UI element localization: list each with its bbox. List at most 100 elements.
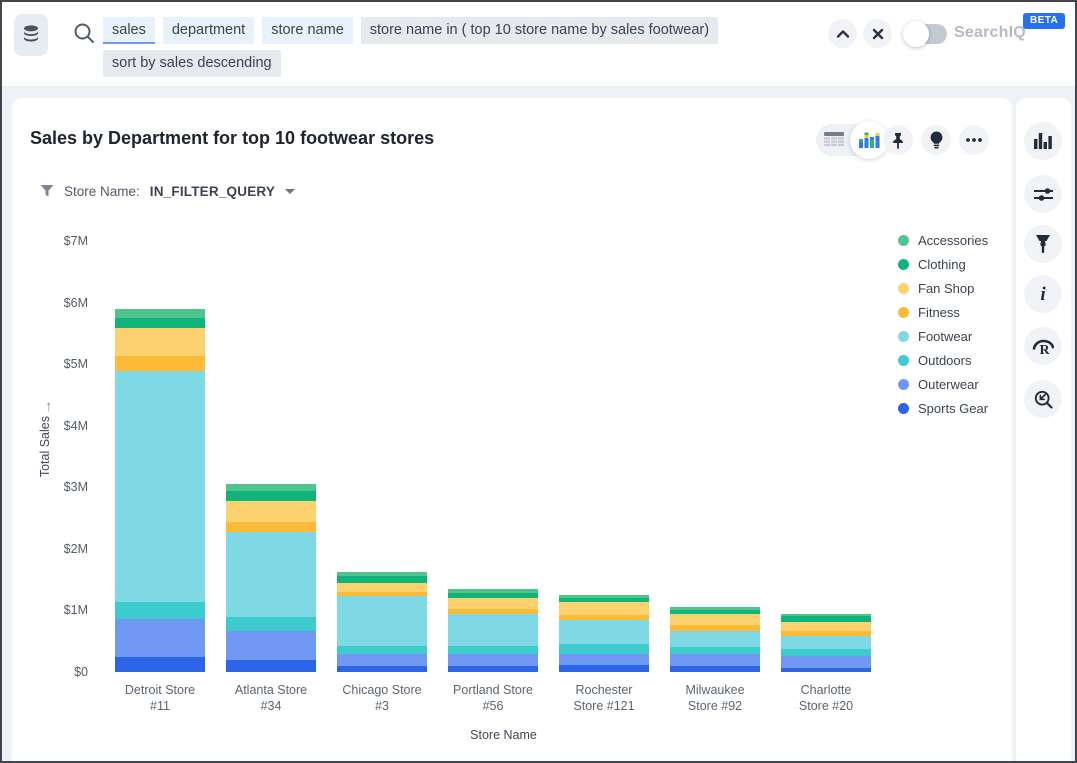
- search-token[interactable]: sales: [103, 17, 155, 44]
- search-input[interactable]: sales department store name store name in (…: [103, 17, 803, 83]
- insights-button[interactable]: [921, 125, 951, 155]
- right-toolbar: i R: [1016, 98, 1071, 761]
- bar-segment[interactable]: [559, 620, 649, 643]
- bar-segment[interactable]: [337, 666, 427, 672]
- bar-segment[interactable]: [781, 649, 871, 656]
- stacked-bar-6[interactable]: [670, 607, 760, 672]
- stacked-bar-4[interactable]: [448, 589, 538, 672]
- view-toggle: [816, 124, 884, 156]
- y-tick-label: $3M: [12, 480, 88, 494]
- legend-item[interactable]: Fitness: [898, 306, 988, 319]
- pin-button[interactable]: [883, 125, 913, 155]
- bar-segment[interactable]: [670, 666, 760, 672]
- bar-segment[interactable]: [226, 484, 316, 491]
- stacked-bar-7[interactable]: [781, 614, 871, 672]
- bar-segment[interactable]: [670, 631, 760, 646]
- stacked-bar-5[interactable]: [559, 595, 649, 672]
- bar-segment[interactable]: [781, 668, 871, 672]
- info-button[interactable]: i: [1024, 275, 1062, 313]
- bar-segment[interactable]: [781, 656, 871, 668]
- bar-segment[interactable]: [559, 654, 649, 666]
- bar-segment[interactable]: [115, 309, 205, 318]
- svg-text:R: R: [1040, 343, 1051, 356]
- stacked-bar-1[interactable]: [115, 309, 205, 672]
- filter-bar: Store Name: IN_FILTER_QUERY: [40, 180, 295, 202]
- bar-segment[interactable]: [115, 657, 205, 672]
- legend-item[interactable]: Fan Shop: [898, 282, 988, 295]
- bar-segment[interactable]: [226, 501, 316, 523]
- table-view-icon[interactable]: [824, 132, 844, 148]
- legend-item[interactable]: Footwear: [898, 330, 988, 343]
- search-token[interactable]: department: [163, 17, 254, 44]
- bar-segment[interactable]: [115, 328, 205, 356]
- filter-value[interactable]: IN_FILTER_QUERY: [150, 184, 275, 199]
- bar-segment[interactable]: [226, 631, 316, 659]
- bar-segment[interactable]: [226, 617, 316, 632]
- legend-label: Fan Shop: [918, 281, 974, 296]
- r-analysis-button[interactable]: R: [1024, 327, 1062, 365]
- bar-segment[interactable]: [781, 636, 871, 650]
- answer-title: Sales by Department for top 10 footwear …: [30, 128, 434, 149]
- legend-label: Sports Gear: [918, 401, 988, 416]
- legend-item[interactable]: Clothing: [898, 258, 988, 271]
- bar-segment[interactable]: [115, 356, 205, 371]
- bar-segment[interactable]: [559, 665, 649, 672]
- chart-config-button[interactable]: [1024, 175, 1062, 213]
- database-icon: [22, 25, 40, 45]
- legend-item[interactable]: Sports Gear: [898, 402, 988, 415]
- bar-segment[interactable]: [781, 622, 871, 632]
- bar-segment[interactable]: [337, 583, 427, 592]
- bar-segment[interactable]: [226, 660, 316, 672]
- legend-label: Clothing: [918, 257, 966, 272]
- y-tick-label: $0: [12, 665, 88, 679]
- bar-segment[interactable]: [670, 654, 760, 666]
- filter-label: Store Name:: [64, 184, 140, 199]
- search-token[interactable]: store name: [262, 17, 353, 44]
- bar-segment[interactable]: [337, 576, 427, 583]
- search-token-row-1: sales department store name store name in (…: [103, 17, 803, 44]
- bar-segment[interactable]: [115, 318, 205, 328]
- bar-segment[interactable]: [559, 602, 649, 614]
- stacked-bar-2[interactable]: [226, 484, 316, 672]
- bar-segment[interactable]: [448, 646, 538, 655]
- chart-view-icon: [858, 130, 880, 150]
- legend-item[interactable]: Accessories: [898, 234, 988, 247]
- chevron-down-icon[interactable]: [285, 189, 295, 194]
- bar-segment[interactable]: [448, 666, 538, 672]
- bar-segment[interactable]: [337, 596, 427, 645]
- stacked-bar-3[interactable]: [337, 572, 427, 672]
- legend-dot: [898, 283, 909, 294]
- legend-item[interactable]: Outdoors: [898, 354, 988, 367]
- explore-button[interactable]: [1024, 380, 1062, 418]
- bar-segment[interactable]: [448, 598, 538, 609]
- bar-segment[interactable]: [559, 644, 649, 654]
- more-options-button[interactable]: [959, 125, 989, 155]
- bar-segment[interactable]: [670, 625, 760, 632]
- lightbulb-icon: [929, 131, 944, 149]
- legend-item[interactable]: Outerwear: [898, 378, 988, 391]
- bar-segment[interactable]: [226, 522, 316, 532]
- search-token[interactable]: store name in ( top 10 store name by sal…: [361, 17, 718, 44]
- x-tick-label: RochesterStore #121: [549, 682, 659, 714]
- bar-segment[interactable]: [337, 646, 427, 654]
- bar-segment[interactable]: [670, 614, 760, 624]
- chart-styles-button[interactable]: [1024, 225, 1062, 263]
- bar-segment[interactable]: [670, 647, 760, 654]
- search-token[interactable]: sort by sales descending: [103, 50, 281, 77]
- bar-segment[interactable]: [226, 532, 316, 616]
- chart-type-button[interactable]: [1024, 122, 1062, 160]
- bar-segment[interactable]: [448, 654, 538, 666]
- clear-search-button[interactable]: [863, 19, 892, 48]
- bar-segment[interactable]: [337, 654, 427, 667]
- collapse-search-button[interactable]: [828, 19, 857, 48]
- legend-dot: [898, 235, 909, 246]
- bar-segment[interactable]: [448, 614, 538, 646]
- data-source-button[interactable]: [14, 14, 48, 56]
- bar-segment[interactable]: [115, 602, 205, 619]
- ellipsis-icon: [965, 137, 983, 143]
- bar-segment[interactable]: [226, 491, 316, 501]
- bar-segment[interactable]: [115, 371, 205, 602]
- bar-segment[interactable]: [115, 619, 205, 657]
- info-icon: i: [1040, 285, 1045, 304]
- searchiq-toggle[interactable]: [905, 24, 947, 44]
